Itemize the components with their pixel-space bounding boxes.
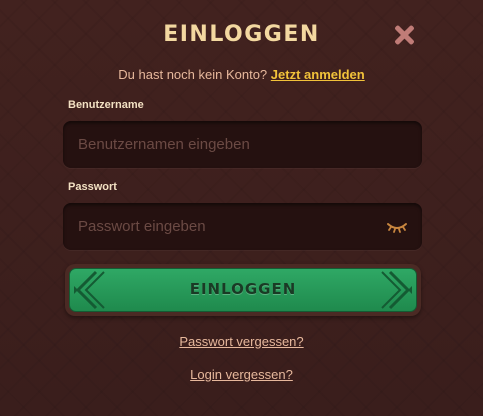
close-icon[interactable]	[392, 23, 416, 47]
forgot-login-link[interactable]: Login vergessen?	[0, 367, 483, 382]
login-button[interactable]: EINLOGGEN	[65, 264, 421, 316]
password-label: Passwort	[68, 181, 117, 193]
username-field-wrapper	[63, 121, 422, 168]
password-input[interactable]	[63, 203, 422, 250]
login-dialog: EINLOGGEN Du hast noch kein Konto? Jetzt…	[0, 0, 483, 416]
password-field-wrapper	[63, 203, 422, 250]
login-button-label: EINLOGGEN	[189, 280, 297, 298]
login-button-face: EINLOGGEN	[69, 268, 417, 312]
signup-prompt-line: Du hast noch kein Konto? Jetzt anmelden	[0, 67, 483, 82]
username-input[interactable]	[63, 121, 422, 168]
signup-link[interactable]: Jetzt anmelden	[271, 67, 365, 82]
eye-closed-icon[interactable]	[386, 218, 408, 234]
right-ornament-icon	[381, 270, 412, 310]
forgot-password-link[interactable]: Passwort vergessen?	[0, 334, 483, 349]
username-label: Benutzername	[68, 99, 144, 111]
signup-prompt-text: Du hast noch kein Konto?	[118, 67, 268, 82]
